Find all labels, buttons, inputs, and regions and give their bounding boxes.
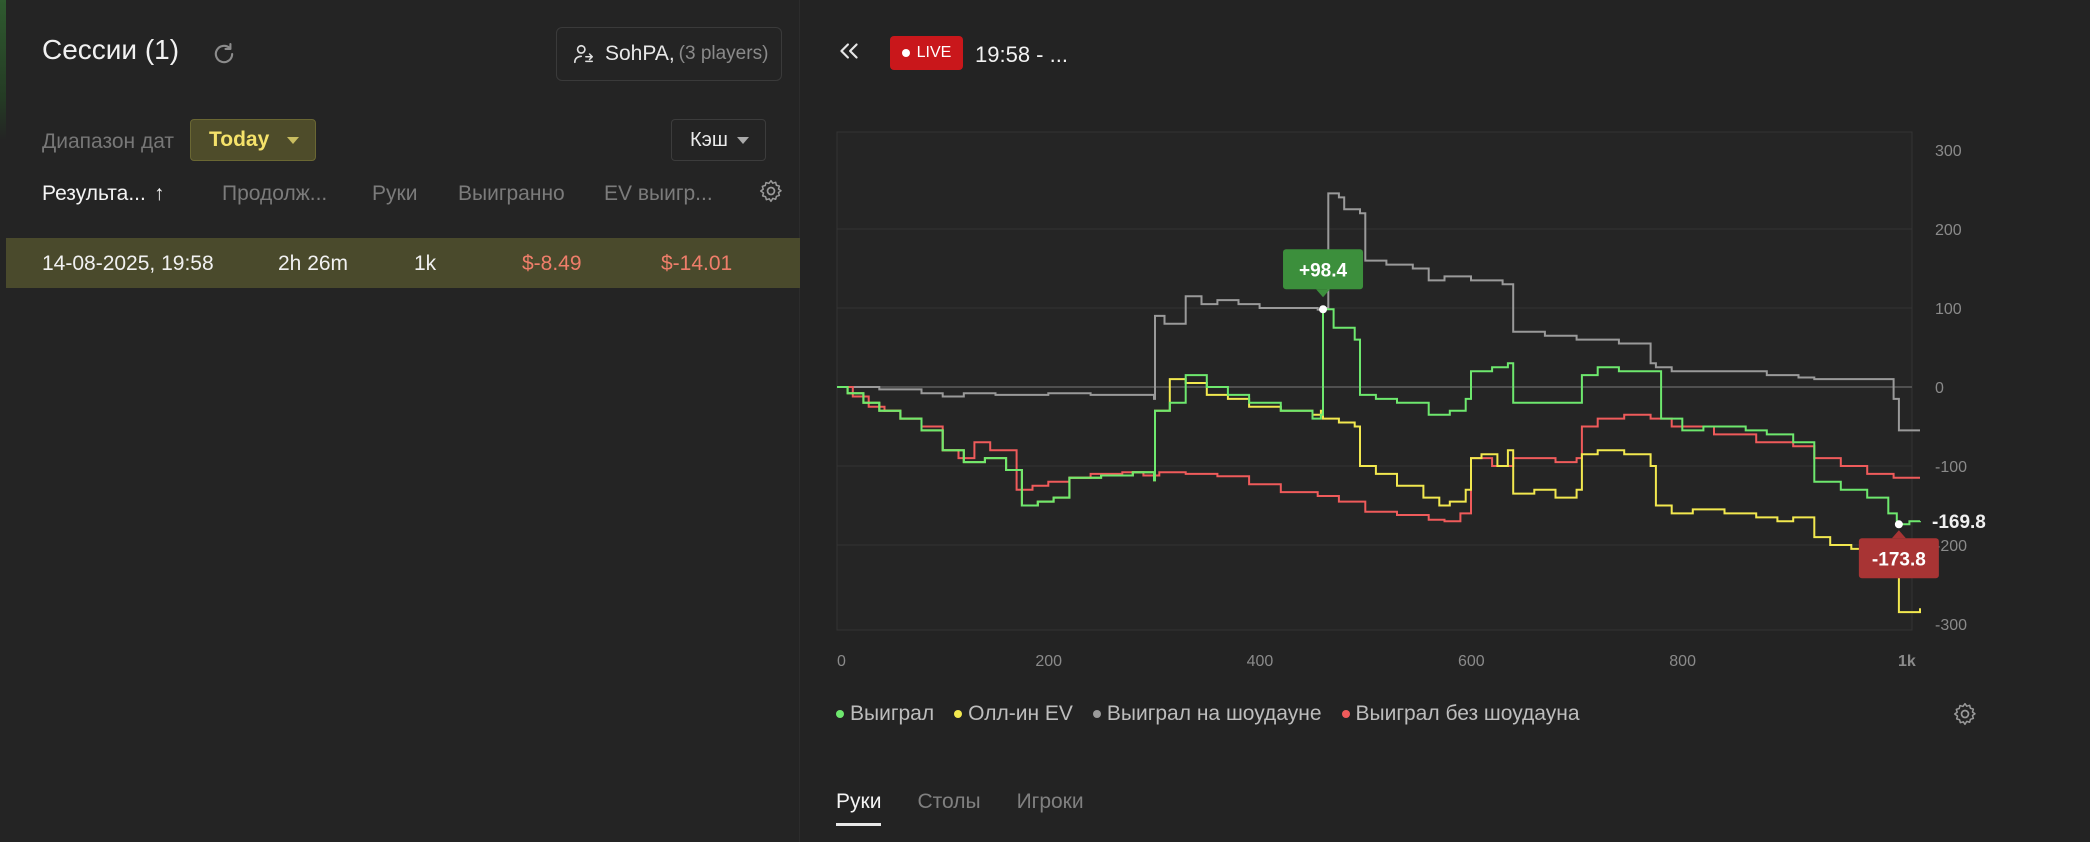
game-type-value: Кэш [690,128,728,151]
x-tick-label: 400 [1247,653,1274,670]
y-tick-label: 0 [1935,380,1944,397]
player-count: (3 players) [678,43,769,64]
sessions-panel: Сессии (1) SohPA, (3 players) Диапазон д… [0,0,800,842]
legend-label: Выиграл [850,702,935,725]
x-axis: 0 200 400 600 800 1k [837,653,1916,670]
sessions-title: Сессии (1) [42,34,180,65]
column-header-ev-won[interactable]: EV выигр... [604,182,713,206]
chevron-down-icon [287,137,299,144]
tab-players[interactable]: Игроки [1017,790,1084,826]
player-name: SohPA, [605,42,675,65]
legend-item-showdown[interactable]: Выиграл на шоудауне [1092,702,1322,726]
double-chevron-left-icon[interactable] [836,38,862,64]
cell-date: 14-08-2025, 19:58 [42,252,214,275]
session-graph: 300 200 100 0 -100 -200 -300 0 200 400 600 800 1k +… [836,131,1986,670]
cell-hands: 1k [414,252,437,275]
y-tick-label: -100 [1935,459,1967,476]
sessions-table-header: Результа... ↑ Продолж... Руки Выигранно … [0,182,800,218]
end-value-label: -169.8 [1932,512,1986,533]
legend-item-allin-ev[interactable]: Олл-ин EV [954,702,1073,726]
plot-area [836,131,1913,631]
legend-item-won[interactable]: Выиграл [836,702,934,726]
y-tick-label: 300 [1935,143,1962,160]
live-label: LIVE [916,44,952,61]
y-tick-label: 200 [1935,222,1962,239]
column-header-result[interactable]: Результа... [42,182,146,206]
live-dot-icon [901,49,910,57]
chart-legend: Выиграл Олл-ин EV Выиграл на шоудауне Вы… [836,702,1580,726]
user-switch-icon [574,44,593,64]
cell-ev-won: $-14.01 [661,252,733,275]
cell-duration: 2h 26m [278,252,349,275]
column-header-hands[interactable]: Руки [372,182,417,206]
annotation-point [1319,305,1328,314]
x-tick-label: 1k [1898,653,1916,670]
panel-accent [0,0,6,140]
legend-label: Олл-ин EV [968,702,1073,725]
live-badge: LIVE [890,36,963,70]
annotation-point [1894,520,1903,529]
date-range-dropdown[interactable]: Today [190,119,316,161]
chevron-down-icon [737,137,749,144]
column-header-duration[interactable]: Продолж... [222,182,327,206]
table-row[interactable]: 14-08-2025, 19:58 2h 26m 1k $-8.49 $-14.… [6,238,800,288]
gear-icon[interactable] [758,178,784,204]
column-header-won[interactable]: Выигранно [458,182,565,206]
cell-won: $-8.49 [522,252,582,275]
x-tick-label: 0 [837,653,846,670]
legend-label: Выиграл без шоудауна [1355,702,1580,725]
y-tick-label: 100 [1935,301,1962,318]
session-title: 19:58 - ... [975,42,1068,67]
legend-dot-icon [836,710,844,718]
tab-bar: Руки Столы Игроки [836,790,1084,826]
tab-hands[interactable]: Руки [836,790,882,826]
x-tick-label: 600 [1458,653,1485,670]
legend-dot-icon [1092,710,1101,718]
annotation-label: +98.4 [1299,260,1348,281]
legend-dot-icon [954,710,963,718]
legend-item-non-showdown[interactable]: Выиграл без шоудауна [1341,702,1580,726]
tab-tables[interactable]: Столы [917,790,980,826]
refresh-icon[interactable] [210,40,238,68]
game-type-dropdown[interactable]: Кэш [671,119,766,161]
y-axis: 300 200 100 0 -100 -200 -300 [1935,143,1967,634]
date-range-label: Диапазон дат [42,130,175,153]
date-range-value: Today [209,128,270,151]
legend-dot-icon [1341,710,1350,718]
y-tick-label: -200 [1935,538,1967,555]
legend-label: Выиграл на шоудауне [1106,702,1322,725]
x-tick-label: 800 [1669,653,1696,670]
x-tick-label: 200 [1035,653,1062,670]
annotation-label: -173.8 [1872,549,1926,570]
y-tick-label: -300 [1935,617,1967,634]
gear-icon[interactable] [1952,701,1978,727]
sort-ascending-icon[interactable]: ↑ [154,182,165,206]
player-selector[interactable]: SohPA, (3 players) [556,27,782,81]
